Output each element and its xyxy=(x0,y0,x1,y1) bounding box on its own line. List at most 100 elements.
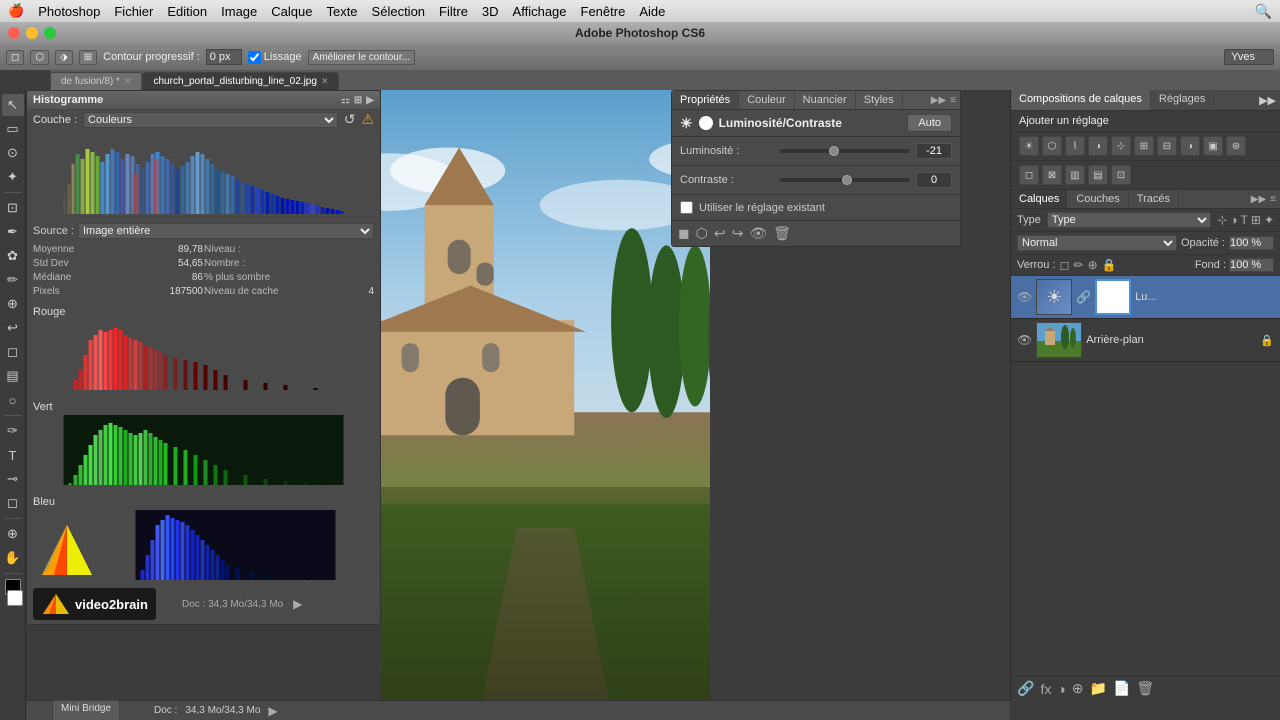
layer-vis-bg[interactable]: 👁 xyxy=(1017,333,1032,347)
tab-nuancier[interactable]: Nuancier xyxy=(795,91,856,109)
tool-eraser[interactable]: ◻ xyxy=(2,341,24,363)
tool-stamp[interactable]: ⊕ xyxy=(2,293,24,315)
reg-icon-gradmap[interactable]: ▤ xyxy=(1088,165,1108,185)
props-bottom-icon-4[interactable]: ↪ xyxy=(732,225,744,242)
lock-all-icon[interactable]: 🔒 xyxy=(1102,258,1117,272)
tab-proprietes[interactable]: Propriétés xyxy=(672,91,739,109)
filter-icon-4[interactable]: ⊞ xyxy=(1251,213,1261,227)
tool-lasso[interactable]: ⊙ xyxy=(2,142,24,164)
tab-couleur[interactable]: Couleur xyxy=(739,91,795,109)
reg-icon-invert[interactable]: ◻ xyxy=(1019,165,1039,185)
reg-icon-exposure[interactable]: ◑ xyxy=(1088,136,1108,156)
lb-trash-icon[interactable]: 🗑 xyxy=(1136,680,1154,697)
reg-icon-photofilt[interactable]: ▣ xyxy=(1203,136,1223,156)
comp-tab-expand[interactable]: ▶▶ xyxy=(1255,90,1280,110)
doc-tab-0-close[interactable]: ✕ xyxy=(124,76,132,87)
mini-bridge-tab[interactable]: Mini Bridge xyxy=(52,700,120,720)
doc-tab-0[interactable]: de fusion/8) * ✕ xyxy=(50,72,142,90)
filter-icon-3[interactable]: T xyxy=(1241,213,1248,227)
reg-icon-colorbalance[interactable]: ⊟ xyxy=(1157,136,1177,156)
menu-affichage[interactable]: Affichage xyxy=(513,4,567,19)
doc-arrow[interactable]: ▶ xyxy=(293,597,302,611)
tab-calques[interactable]: Calques xyxy=(1011,190,1068,208)
tool-marquee[interactable]: ▭ xyxy=(2,118,24,140)
tool-path-select[interactable]: ⊸ xyxy=(2,468,24,490)
tool-option-4[interactable]: ⊞ xyxy=(79,50,97,65)
luminosite-thumb[interactable] xyxy=(829,146,839,156)
filter-icon-1[interactable]: ⊹ xyxy=(1217,213,1227,227)
lb-new-icon[interactable]: 📄 xyxy=(1113,680,1130,697)
lock-transparent-icon[interactable]: ◻ xyxy=(1060,258,1070,272)
props-bottom-icon-2[interactable]: ⬡ xyxy=(696,225,708,242)
layer-vis-adjustment[interactable]: 👁 xyxy=(1017,290,1032,304)
contour-value-input[interactable] xyxy=(206,49,242,65)
tool-move[interactable]: ↖ xyxy=(2,94,24,116)
lb-link-icon[interactable]: 🔗 xyxy=(1017,680,1034,697)
reg-icon-bw[interactable]: ◑ xyxy=(1180,136,1200,156)
tool-eyedropper[interactable]: ✒ xyxy=(2,221,24,243)
auto-button[interactable]: Auto xyxy=(907,114,952,132)
reg-icon-posterize[interactable]: ⊠ xyxy=(1042,165,1062,185)
lb-folder-icon[interactable]: 📁 xyxy=(1090,680,1107,697)
layer-row-background[interactable]: 👁 Arrière-plan 🔒 xyxy=(1011,319,1280,362)
lb-fx-icon[interactable]: fx xyxy=(1040,681,1051,697)
props-bottom-icon-5[interactable]: 👁 xyxy=(749,225,767,242)
lock-paint-icon[interactable]: ✏ xyxy=(1074,258,1084,272)
histogram-expand[interactable]: ▶ xyxy=(366,95,374,106)
minimize-button[interactable] xyxy=(26,27,38,39)
menu-fenetre[interactable]: Fenêtre xyxy=(581,4,626,19)
tool-heal[interactable]: ✿ xyxy=(2,245,24,267)
contraste-slider[interactable] xyxy=(780,178,910,182)
luminosite-slider[interactable] xyxy=(780,149,910,153)
props-bottom-icon-3[interactable]: ↩ xyxy=(714,225,726,242)
layer-row-adjustment[interactable]: 👁 ☀ 🔗 Lu... xyxy=(1011,276,1280,319)
doc-tab-1[interactable]: church_portal_disturbing_line_02.jpg ✕ xyxy=(142,72,339,90)
lb-mask-icon[interactable]: ◑ xyxy=(1057,681,1065,697)
apple-menu[interactable]: 🍎 xyxy=(8,3,24,19)
props-expand-icon[interactable]: ▶▶ xyxy=(931,95,946,106)
tool-option-3[interactable]: ⬗ xyxy=(55,50,73,65)
reg-icon-threshold[interactable]: ▥ xyxy=(1065,165,1085,185)
couche-select[interactable]: Couleurs xyxy=(83,112,338,128)
filter-icon-2[interactable]: ◑ xyxy=(1230,213,1237,227)
filter-icon-5[interactable]: ✦ xyxy=(1264,213,1274,227)
tab-traces[interactable]: Tracés xyxy=(1129,190,1179,208)
contraste-input[interactable] xyxy=(916,172,952,188)
maximize-button[interactable] xyxy=(44,27,56,39)
menu-fichier[interactable]: Fichier xyxy=(114,4,153,19)
status-arrow[interactable]: ▶ xyxy=(268,704,277,718)
props-bottom-icon-1[interactable]: ◼ xyxy=(678,225,690,242)
luminosite-input[interactable] xyxy=(916,143,952,159)
lock-move-icon[interactable]: ⊕ xyxy=(1088,258,1098,272)
background-color[interactable] xyxy=(7,590,23,606)
reg-icon-hsl[interactable]: ⊞ xyxy=(1134,136,1154,156)
reg-icon-curves[interactable]: ⌇ xyxy=(1065,136,1085,156)
reg-icon-selcolor[interactable]: ⊡ xyxy=(1111,165,1131,185)
props-bottom-icon-6[interactable]: 🗑 xyxy=(773,225,791,242)
doc-tab-1-close[interactable]: ✕ xyxy=(321,76,329,87)
tool-option-1[interactable]: ◻ xyxy=(6,50,24,65)
menu-edition[interactable]: Edition xyxy=(167,4,207,19)
reg-icon-vibrance[interactable]: ⊹ xyxy=(1111,136,1131,156)
tool-crop[interactable]: ⊡ xyxy=(2,197,24,219)
fond-input[interactable] xyxy=(1229,258,1274,272)
reg-icon-chanmix[interactable]: ⊛ xyxy=(1226,136,1246,156)
comp-tab-compositions[interactable]: Compositions de calques xyxy=(1011,90,1151,110)
tab-couches[interactable]: Couches xyxy=(1068,190,1128,208)
menu-image[interactable]: Image xyxy=(221,4,257,19)
tool-history[interactable]: ↩ xyxy=(2,317,24,339)
menu-photoshop[interactable]: Photoshop xyxy=(38,4,100,19)
search-icon[interactable]: 🔍 xyxy=(1255,3,1272,20)
blend-select[interactable]: Normal xyxy=(1017,235,1177,251)
reg-icon-levels[interactable]: ⬡ xyxy=(1042,136,1062,156)
lissage-checkbox[interactable] xyxy=(248,51,261,64)
tool-pen[interactable]: ✑ xyxy=(2,420,24,442)
type-select[interactable]: Type xyxy=(1047,212,1211,228)
tool-zoom[interactable]: ⊕ xyxy=(2,523,24,545)
tool-brush[interactable]: ✏ xyxy=(2,269,24,291)
tool-option-2[interactable]: ⬡ xyxy=(30,50,49,65)
comp-tab-reglages[interactable]: Réglages xyxy=(1151,90,1214,110)
tool-magic-wand[interactable]: ✦ xyxy=(2,166,24,188)
contraste-thumb[interactable] xyxy=(842,175,852,185)
utiliser-reglage-checkbox[interactable] xyxy=(680,201,693,214)
